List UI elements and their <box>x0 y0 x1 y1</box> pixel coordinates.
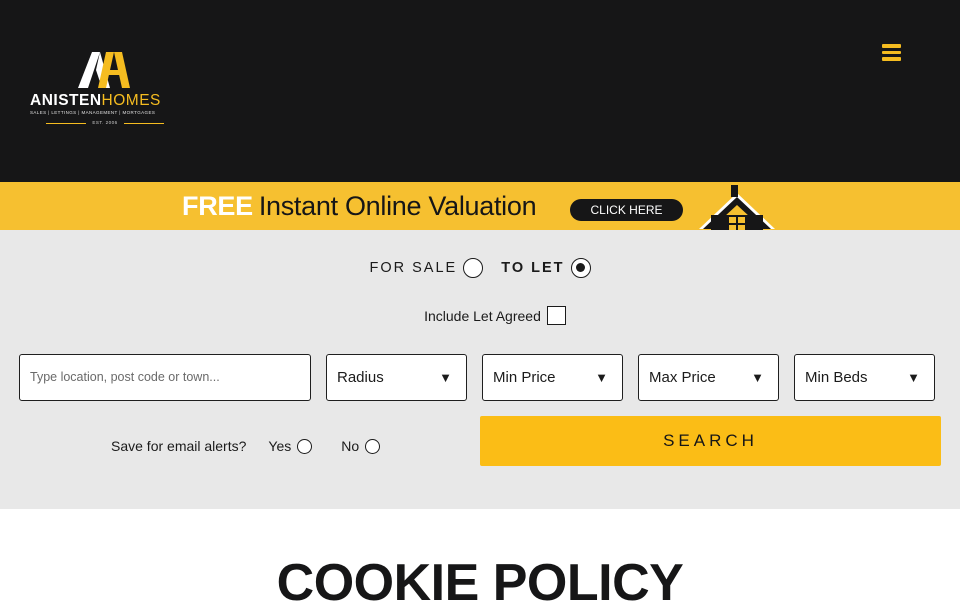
page-title: COOKIE POLICY <box>276 554 684 612</box>
logo-name-main: ANISTEN <box>30 92 102 109</box>
alerts-no-radio[interactable] <box>365 438 381 454</box>
max-price-value: Max Price <box>649 369 716 386</box>
logo[interactable]: ANISTENHOMES SALES | LETTINGS | MANAGEME… <box>28 50 188 130</box>
for-sale-label: FOR SALE <box>369 260 458 276</box>
radius-value: Radius <box>337 369 384 386</box>
hamburger-bar <box>882 50 901 54</box>
hamburger-bar <box>882 57 901 61</box>
property-search-panel: FOR SALE TO LET Include Let Agreed Radiu… <box>0 230 960 509</box>
to-let-option[interactable]: TO LET <box>501 258 591 278</box>
banner-headline: FREE Instant Online Valuation <box>182 191 537 222</box>
logo-established: EST. 2006 <box>46 120 164 125</box>
email-alerts-label: Save for email alerts? <box>111 438 247 454</box>
alerts-no-label: No <box>341 438 360 454</box>
chevron-down-icon: ▼ <box>439 370 452 385</box>
click-here-button[interactable]: CLICK HERE <box>570 199 683 221</box>
min-beds-value: Min Beds <box>805 369 868 386</box>
logo-mark-icon <box>78 52 130 88</box>
search-button[interactable]: SEARCH <box>480 416 941 466</box>
location-field[interactable] <box>19 354 311 401</box>
listing-type-selector: FOR SALE TO LET <box>0 258 960 278</box>
banner-free: FREE <box>182 191 253 221</box>
site-header: ANISTENHOMES SALES | LETTINGS | MANAGEME… <box>0 0 960 182</box>
for-sale-radio[interactable] <box>463 258 484 278</box>
email-alerts-row: Save for email alerts? Yes No <box>111 438 381 454</box>
hamburger-icon[interactable] <box>882 44 902 61</box>
alerts-yes-radio[interactable] <box>297 438 313 454</box>
min-price-select[interactable]: Min Price ▼ <box>482 354 623 401</box>
logo-tagline: SALES | LETTINGS | MANAGEMENT | MORTGAGE… <box>30 110 156 115</box>
chevron-down-icon: ▼ <box>751 370 764 385</box>
alerts-yes-option[interactable]: Yes <box>268 438 313 454</box>
to-let-radio[interactable] <box>570 258 591 278</box>
logo-name-accent: HOMES <box>101 92 161 109</box>
valuation-banner[interactable]: FREE Instant Online Valuation CLICK HERE <box>0 182 960 230</box>
include-let-agreed-option[interactable]: Include Let Agreed <box>424 306 566 325</box>
alerts-yes-label: Yes <box>268 438 292 454</box>
house-icon <box>699 185 775 230</box>
alerts-no-option[interactable]: No <box>341 438 381 454</box>
include-let-agreed-label: Include Let Agreed <box>424 307 541 324</box>
hamburger-bar <box>882 44 901 48</box>
max-price-select[interactable]: Max Price ▼ <box>638 354 779 401</box>
logo-wordmark: ANISTENHOMES <box>30 92 161 110</box>
include-let-agreed-row: Include Let Agreed <box>0 306 960 325</box>
min-beds-select[interactable]: Min Beds ▼ <box>794 354 935 401</box>
include-let-agreed-checkbox[interactable] <box>546 306 566 325</box>
for-sale-option[interactable]: FOR SALE <box>369 258 484 278</box>
radius-select[interactable]: Radius ▼ <box>326 354 467 401</box>
banner-text: Instant Online Valuation <box>258 191 537 221</box>
location-input[interactable] <box>30 370 300 384</box>
min-price-value: Min Price <box>493 369 556 386</box>
to-let-label: TO LET <box>501 260 565 276</box>
chevron-down-icon: ▼ <box>907 370 920 385</box>
chevron-down-icon: ▼ <box>595 370 608 385</box>
